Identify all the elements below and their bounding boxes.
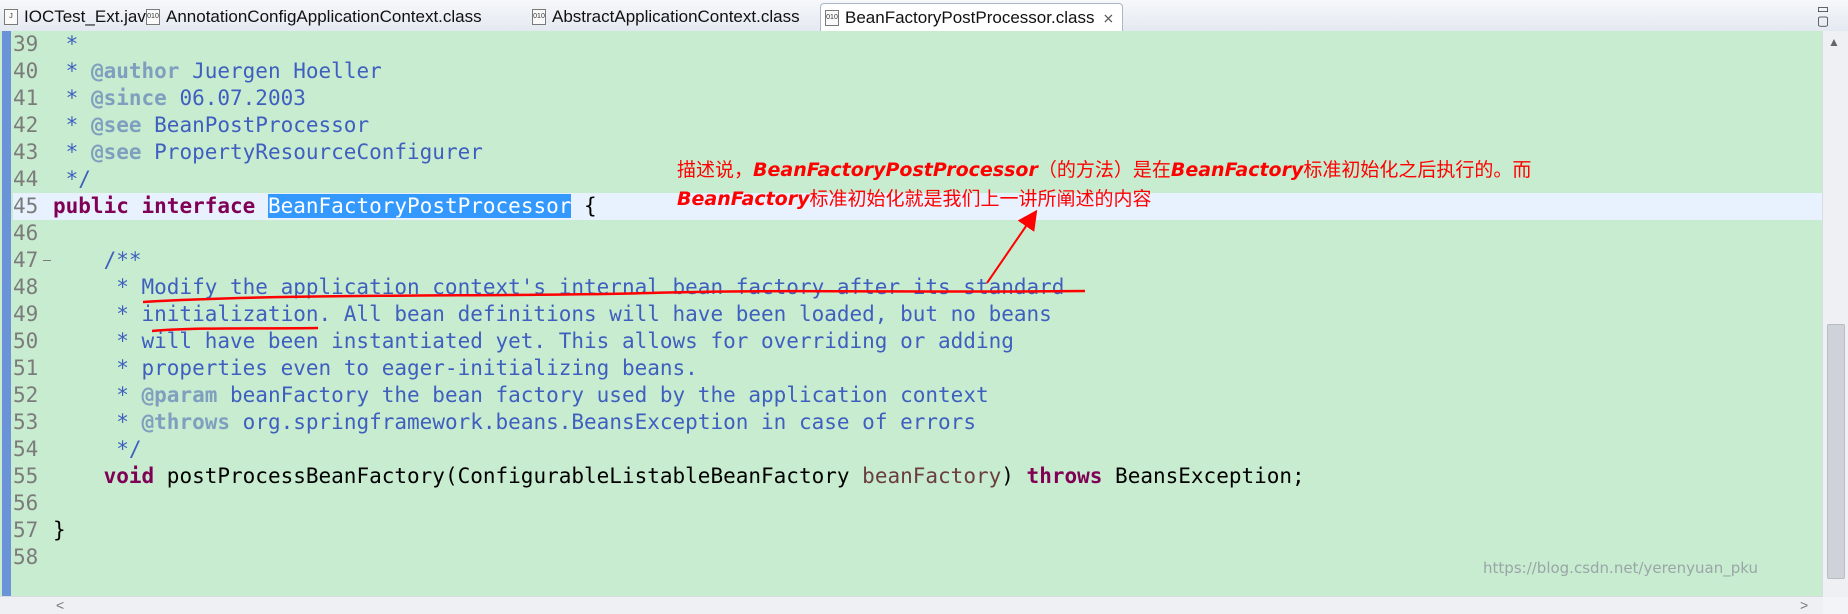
underline-stroke-2 [151, 326, 319, 333]
tab-label: AbstractApplicationContext.class [552, 6, 800, 26]
tab-annotation-config-application-context[interactable]: 010 AnnotationConfigApplicationContext.c… [142, 3, 482, 30]
java-file-icon: J [4, 8, 18, 25]
watermark: https://blog.csdn.net/yerenyuan_pku [1483, 559, 1758, 577]
code-editor[interactable]: 39 * 40 * @author Juergen Hoeller 41 * @si… [0, 31, 1848, 597]
scroll-up-arrow-icon[interactable]: ▲ [1828, 35, 1840, 49]
editor-tab-bar: J IOCTest_Ext.java 010 AnnotationConfigA… [0, 0, 1848, 32]
maximize-icon[interactable]: ▢ [1812, 14, 1834, 27]
scroll-left-arrow-icon[interactable]: < [56, 597, 64, 614]
tab-label: IOCTest_Ext.java [24, 6, 156, 26]
annotation-ink [142, 209, 1086, 333]
scrollbar-thumb[interactable] [1827, 324, 1845, 579]
horizontal-scrollbar[interactable]: < > [0, 596, 1823, 614]
vertical-scrollbar[interactable]: ▲ [1822, 31, 1848, 597]
tab-abstract-application-context[interactable]: 010 AbstractApplicationContext.class [528, 3, 800, 30]
tab-bean-factory-post-processor[interactable]: 010 BeanFactoryPostProcessor.class ⨯ [820, 3, 1124, 32]
tab-label: BeanFactoryPostProcessor.class [845, 8, 1095, 27]
class-file-icon: 010 [532, 8, 546, 25]
class-file-icon: 010 [825, 10, 839, 26]
tab-ioctest-ext[interactable]: J IOCTest_Ext.java [0, 3, 155, 30]
underline-stroke-1 [142, 289, 1086, 304]
tab-label: AnnotationConfigApplicationContext.class [166, 6, 482, 26]
class-file-icon: 010 [146, 8, 160, 25]
close-icon[interactable]: ⨯ [1102, 10, 1114, 27]
scroll-right-arrow-icon[interactable]: > [1800, 597, 1808, 614]
window-buttons: ▭ ▢ [1812, 2, 1834, 27]
arrow-stroke [986, 209, 1038, 284]
